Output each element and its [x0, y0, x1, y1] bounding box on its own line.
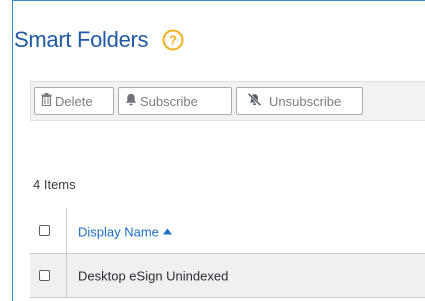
- row-checkbox[interactable]: [39, 269, 50, 281]
- row-check-cell: [30, 254, 67, 297]
- grid-header-row: Display Name: [30, 208, 425, 254]
- sort-ascending-icon: [162, 222, 172, 237]
- unsubscribe-button[interactable]: Unsubscribe: [236, 87, 363, 115]
- page-title: Smart Folders: [14, 27, 149, 52]
- title-row: Smart Folders ?: [14, 24, 184, 56]
- select-all-checkbox[interactable]: [39, 224, 50, 236]
- subscribe-label: Subscribe: [140, 93, 198, 109]
- select-all-cell: [30, 208, 67, 253]
- svg-text:?: ?: [169, 33, 177, 48]
- folders-grid: Display Name Desktop eSign Unindexed: [30, 208, 425, 298]
- toolbar: Delete Subscribe Unsubscribe: [30, 81, 425, 121]
- column-header-display-name[interactable]: Display Name: [78, 222, 172, 239]
- delete-button[interactable]: Delete: [34, 87, 114, 115]
- subscribe-button[interactable]: Subscribe: [118, 87, 232, 115]
- bell-icon: [125, 93, 137, 109]
- delete-label: Delete: [55, 93, 93, 109]
- smart-folders-panel: Smart Folders ? Delete Subscribe Unsubsc…: [12, 0, 425, 301]
- row-display-name: Desktop eSign Unindexed: [78, 268, 229, 283]
- table-row[interactable]: Desktop eSign Unindexed: [30, 254, 425, 298]
- unsubscribe-label: Unsubscribe: [269, 93, 342, 109]
- items-count: 4 Items: [33, 177, 76, 192]
- column-header-label: Display Name: [78, 224, 159, 239]
- bell-off-icon: [247, 92, 262, 109]
- trash-icon: [41, 93, 52, 109]
- help-icon[interactable]: ?: [162, 29, 184, 51]
